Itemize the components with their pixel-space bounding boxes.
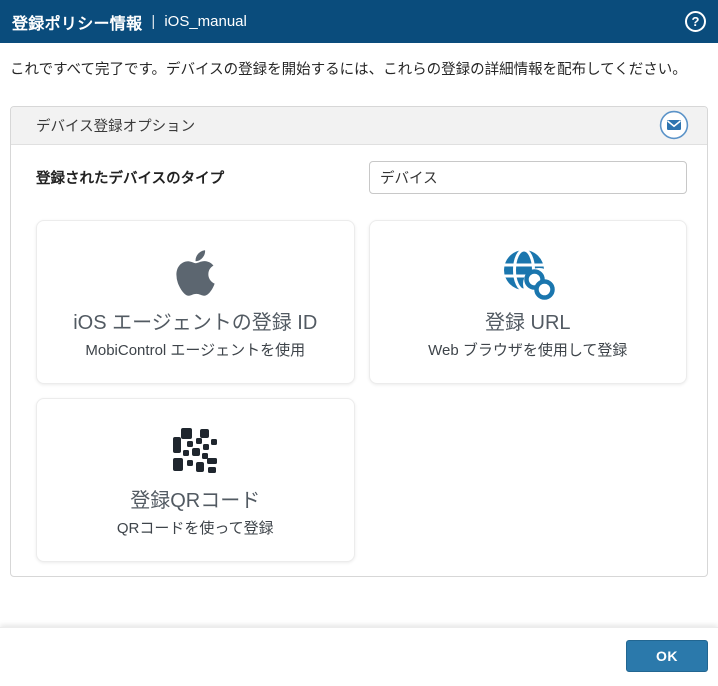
- page-title: 登録ポリシー情報: [12, 15, 143, 33]
- ok-button[interactable]: OK: [626, 640, 708, 672]
- help-icon[interactable]: ?: [685, 11, 706, 32]
- card-enrollment-qr-code[interactable]: 登録QRコード QRコードを使って登録: [36, 397, 355, 562]
- enrollment-cards: iOS エージェントの登録 ID MobiControl エージェントを使用 登…: [36, 219, 687, 562]
- panel-header: デバイス登録オプション: [11, 106, 707, 145]
- device-type-label: 登録されたデバイスのタイプ: [36, 170, 225, 187]
- envelope-icon[interactable]: [659, 110, 689, 140]
- card-title: 登録QRコード: [130, 489, 261, 512]
- qr-code-icon: [171, 422, 219, 480]
- globe-link-icon: [499, 244, 557, 302]
- card-enrollment-url[interactable]: 登録 URL Web ブラウザを使用して登録: [368, 219, 687, 384]
- policy-name: iOS_manual: [164, 13, 247, 30]
- intro-text: これですべて完了です。デバイスの登録を開始するには、これらの登録の詳細情報を配布…: [10, 62, 687, 78]
- panel-title: デバイス登録オプション: [36, 118, 196, 135]
- footer: OK: [0, 627, 718, 686]
- card-ios-agent-enrollment[interactable]: iOS エージェントの登録 ID MobiControl エージェントを使用: [36, 219, 355, 384]
- card-subtitle: QRコードを使って登録: [116, 519, 274, 537]
- title-separator: |: [151, 13, 156, 30]
- card-title: iOS エージェントの登録 ID: [73, 311, 318, 334]
- device-enrollment-options-panel: デバイス登録オプション 登録されたデバイスのタイプ iOS エージェント: [10, 105, 708, 577]
- card-subtitle: MobiControl エージェントを使用: [85, 341, 306, 359]
- panel-body: 登録されたデバイスのタイプ iOS エージェントの登録 ID MobiContr…: [11, 145, 707, 576]
- apple-icon: [174, 244, 217, 302]
- device-type-row: 登録されたデバイスのタイプ: [36, 145, 687, 194]
- titlebar: 登録ポリシー情報 | iOS_manual ?: [0, 0, 718, 43]
- device-type-input[interactable]: [369, 160, 687, 194]
- card-title: 登録 URL: [484, 311, 571, 334]
- card-subtitle: Web ブラウザを使用して登録: [428, 341, 628, 359]
